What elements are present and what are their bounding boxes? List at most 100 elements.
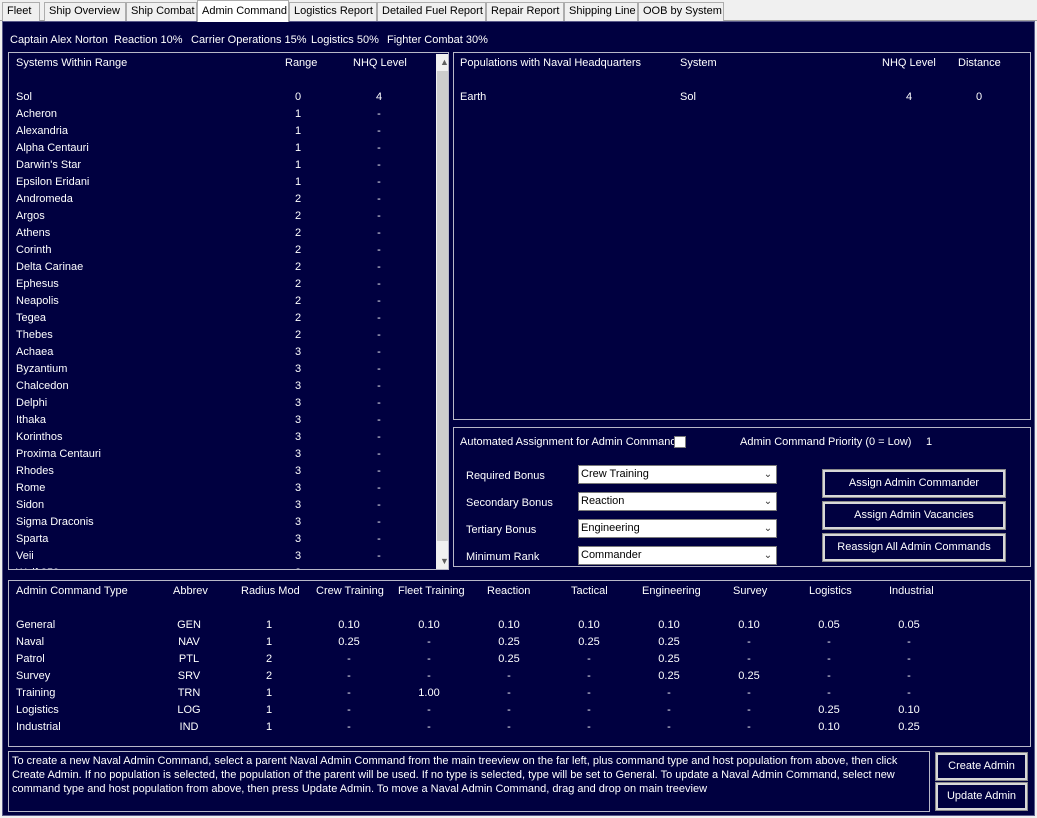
chevron-down-icon[interactable]: ⌄ [759, 547, 776, 564]
types-header-admin-command-type[interactable]: Admin Command Type [16, 585, 128, 597]
system-row[interactable]: Sol 0 4 [9, 91, 436, 108]
create-admin-button[interactable]: Create Admin [935, 752, 1028, 781]
tab-shipping-line[interactable]: Shipping Line [564, 2, 638, 21]
population-row[interactable]: Earth Sol 4 0 [454, 91, 1030, 108]
system-row[interactable]: Sparta 3 - [9, 533, 436, 550]
auto-assignment-checkbox[interactable] [674, 436, 686, 448]
chevron-down-icon[interactable]: ⌄ [759, 466, 776, 483]
system-range: 1 [294, 159, 302, 171]
system-row[interactable]: Wolf 359 3 - [9, 567, 436, 569]
systems-header-nhq[interactable]: NHQ Level [353, 57, 407, 69]
system-name: Chalcedon [16, 380, 69, 392]
systems-header-range[interactable]: Range [285, 57, 317, 69]
commander-carrier-operations: Carrier Operations 15% [191, 34, 307, 46]
command-type-cell: 0.05 [818, 619, 840, 631]
scroll-down-arrow-icon[interactable]: ▼ [436, 553, 448, 569]
tab-detailed-fuel-report[interactable]: Detailed Fuel Report [377, 2, 486, 21]
system-row[interactable]: Alexandria 1 - [9, 125, 436, 142]
admin-command-types-table[interactable]: Admin Command Type Abbrev Radius Mod Crew T… [8, 580, 1031, 747]
command-type-row[interactable]: Naval NAV 1 0.25 - 0.25 0.25 0.25 - - - [9, 636, 1030, 653]
system-row[interactable]: Veii 3 - [9, 550, 436, 567]
tab-ship-overview[interactable]: Ship Overview [44, 2, 126, 21]
system-row[interactable]: Sidon 3 - [9, 499, 436, 516]
command-type-row[interactable]: Industrial IND 1 - - - - - - 0.10 0.25 [9, 721, 1030, 738]
reassign-all-admin-commands-button[interactable]: Reassign All Admin Commands [822, 533, 1006, 562]
system-row[interactable]: Ithaka 3 - [9, 414, 436, 431]
system-row[interactable]: Rome 3 - [9, 482, 436, 499]
populations-header-name[interactable]: Populations with Naval Headquarters [460, 57, 641, 69]
tab-repair-report[interactable]: Repair Report [486, 2, 564, 21]
system-row[interactable]: Acheron 1 - [9, 108, 436, 125]
command-type-cell: 0.10 [338, 619, 360, 631]
tab-strip: Fleet Ship Overview Ship Combat Admin Co… [0, 0, 1037, 22]
update-admin-button[interactable]: Update Admin [935, 782, 1028, 811]
systems-scrollbar[interactable]: ▲ ▼ [436, 54, 448, 569]
command-type-row[interactable]: Training TRN 1 - 1.00 - - - - - - [9, 687, 1030, 704]
scroll-thumb[interactable] [437, 71, 448, 541]
secondary-bonus-select[interactable]: Reaction ⌄ [578, 492, 777, 511]
system-row[interactable]: Proxima Centauri 3 - [9, 448, 436, 465]
priority-value[interactable]: 1 [926, 436, 932, 448]
system-row[interactable]: Byzantium 3 - [9, 363, 436, 380]
command-type-row[interactable]: Patrol PTL 2 - - 0.25 - 0.25 - - - [9, 653, 1030, 670]
types-header-engineering[interactable]: Engineering [642, 585, 701, 597]
system-row[interactable]: Athens 2 - [9, 227, 436, 244]
commander-fighter-combat: Fighter Combat 30% [387, 34, 488, 46]
systems-header-name[interactable]: Systems Within Range [16, 57, 127, 69]
assignment-panel: Automated Assignment for Admin Command A… [453, 427, 1031, 567]
command-type-cell: 1 [265, 721, 273, 733]
types-header-survey[interactable]: Survey [733, 585, 767, 597]
tab-logistics-report[interactable]: Logistics Report [289, 2, 377, 21]
types-header-radius-mod[interactable]: Radius Mod [241, 585, 300, 597]
system-row[interactable]: Neapolis 2 - [9, 295, 436, 312]
types-header-tactical[interactable]: Tactical [571, 585, 608, 597]
system-row[interactable]: Corinth 2 - [9, 244, 436, 261]
required-bonus-select[interactable]: Crew Training ⌄ [578, 465, 777, 484]
system-row[interactable]: Argos 2 - [9, 210, 436, 227]
command-type-row[interactable]: General GEN 1 0.10 0.10 0.10 0.10 0.10 0.10 0.05 0… [9, 619, 1030, 636]
system-row[interactable]: Epsilon Eridani 1 - [9, 176, 436, 193]
types-header-logistics[interactable]: Logistics [809, 585, 852, 597]
system-row[interactable]: Ephesus 2 - [9, 278, 436, 295]
types-header-crew-training[interactable]: Crew Training [316, 585, 384, 597]
system-row[interactable]: Delphi 3 - [9, 397, 436, 414]
system-row[interactable]: Tegea 2 - [9, 312, 436, 329]
types-header-industrial[interactable]: Industrial [889, 585, 934, 597]
command-type-cell: - [427, 670, 431, 682]
command-type-row[interactable]: Logistics LOG 1 - - - - - - 0.25 0.10 [9, 704, 1030, 721]
tab-oob-by-system[interactable]: OOB by System [638, 2, 724, 21]
scroll-up-arrow-icon[interactable]: ▲ [436, 54, 448, 71]
types-header-fleet-training[interactable]: Fleet Training [398, 585, 465, 597]
system-row[interactable]: Thebes 2 - [9, 329, 436, 346]
system-row[interactable]: Darwin's Star 1 - [9, 159, 436, 176]
tab-fleet[interactable]: Fleet [2, 2, 40, 21]
system-nhq: - [377, 193, 381, 205]
system-row[interactable]: Delta Carinae 2 - [9, 261, 436, 278]
command-type-row[interactable]: Survey SRV 2 - - - - 0.25 0.25 - - [9, 670, 1030, 687]
types-header-abbrev[interactable]: Abbrev [173, 585, 208, 597]
assign-admin-vacancies-button[interactable]: Assign Admin Vacancies [822, 501, 1006, 530]
types-header-reaction[interactable]: Reaction [487, 585, 530, 597]
populations-header-distance[interactable]: Distance [958, 57, 1001, 69]
populations-header-system[interactable]: System [680, 57, 717, 69]
tab-admin-command[interactable]: Admin Command [197, 0, 289, 22]
chevron-down-icon[interactable]: ⌄ [759, 493, 776, 510]
system-row[interactable]: Chalcedon 3 - [9, 380, 436, 397]
tab-ship-combat[interactable]: Ship Combat [126, 2, 197, 21]
system-row[interactable]: Achaea 3 - [9, 346, 436, 363]
populations-header-nhq[interactable]: NHQ Level [882, 57, 936, 69]
tertiary-bonus-select[interactable]: Engineering ⌄ [578, 519, 777, 538]
systems-within-range-list[interactable]: Systems Within Range Range NHQ Level Sol… [8, 52, 449, 570]
minimum-rank-select[interactable]: Commander ⌄ [578, 546, 777, 565]
assign-admin-commander-button[interactable]: Assign Admin Commander [822, 469, 1006, 498]
system-row[interactable]: Andromeda 2 - [9, 193, 436, 210]
system-row[interactable]: Rhodes 3 - [9, 465, 436, 482]
system-range: 1 [294, 108, 302, 120]
system-name: Neapolis [16, 295, 59, 307]
system-row[interactable]: Alpha Centauri 1 - [9, 142, 436, 159]
system-nhq: - [377, 465, 381, 477]
chevron-down-icon[interactable]: ⌄ [759, 520, 776, 537]
populations-list[interactable]: Populations with Naval Headquarters Syst… [453, 52, 1031, 420]
system-row[interactable]: Sigma Draconis 3 - [9, 516, 436, 533]
system-row[interactable]: Korinthos 3 - [9, 431, 436, 448]
